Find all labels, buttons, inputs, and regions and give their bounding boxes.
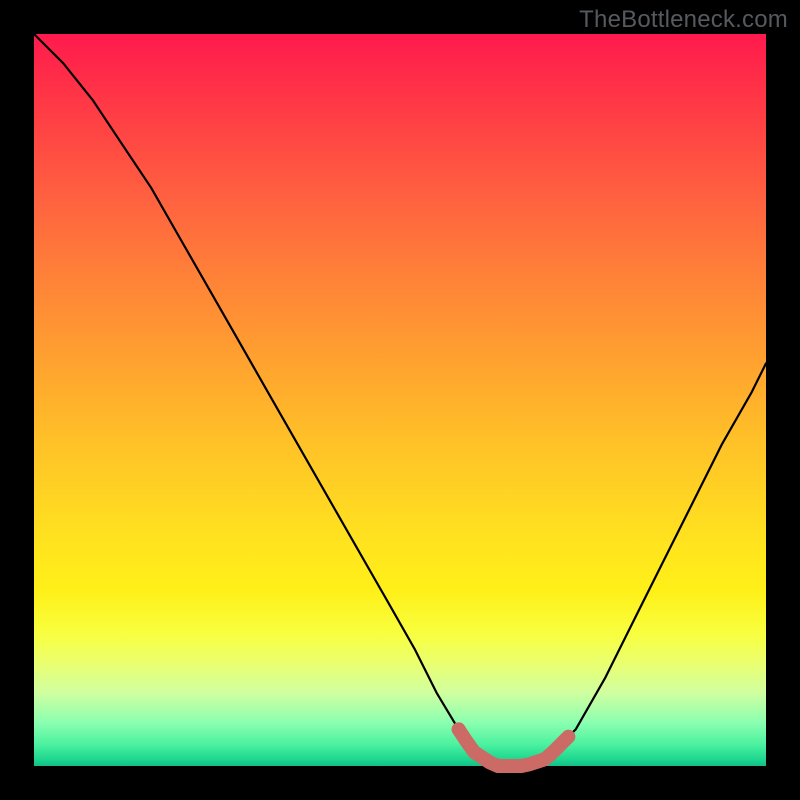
chart-frame: TheBottleneck.com <box>0 0 800 800</box>
optimal-range-highlight <box>459 729 569 766</box>
plot-area <box>34 34 766 766</box>
bottleneck-curve <box>34 34 766 766</box>
chart-svg <box>34 34 766 766</box>
optimal-start-marker <box>452 722 466 736</box>
watermark-text: TheBottleneck.com <box>579 6 788 34</box>
